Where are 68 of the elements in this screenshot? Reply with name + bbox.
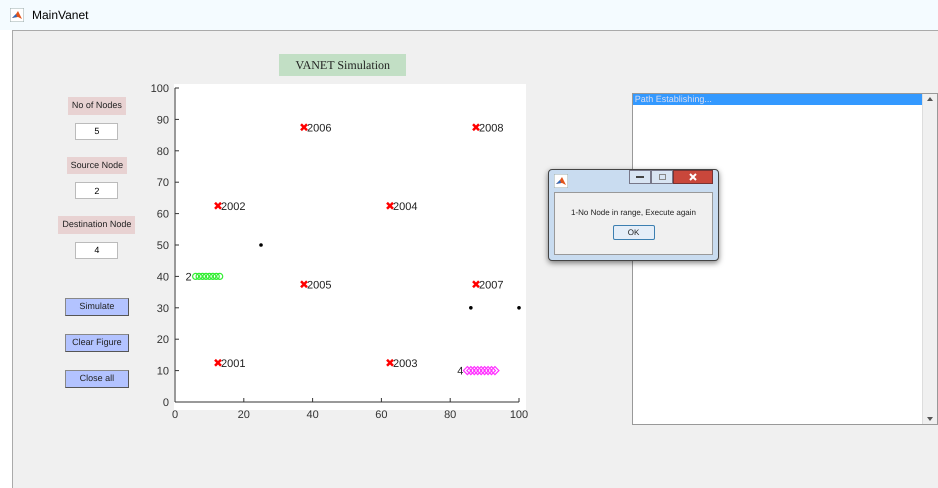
tick-label: 30	[156, 302, 169, 315]
point-label: 2001	[220, 358, 246, 370]
cross-marker	[386, 202, 394, 210]
scroll-down-icon[interactable]	[927, 417, 933, 421]
app-logo-icon	[10, 8, 24, 22]
close-button[interactable]	[673, 170, 713, 184]
dot-marker	[468, 306, 472, 310]
field-label: Source Node	[66, 156, 128, 174]
input-field[interactable]: 2	[75, 182, 118, 199]
action-button[interactable]: Clear Figure	[64, 334, 129, 352]
tick-label: 60	[375, 409, 388, 421]
diamond-marker	[486, 366, 496, 376]
cross-marker	[214, 358, 222, 367]
cross-marker	[214, 202, 222, 210]
point-label: 2008	[478, 122, 504, 134]
plot-title: VANET Simulation	[279, 54, 406, 76]
field-label: No of Nodes	[68, 97, 126, 114]
tick-label: 100	[150, 83, 169, 95]
tick-label: 40	[306, 409, 318, 421]
tick-label: 0	[172, 409, 178, 421]
tick-label: 70	[156, 177, 169, 190]
input-field[interactable]: 5	[75, 122, 118, 140]
tick-label: 0	[162, 397, 169, 409]
tick-label: 60	[156, 208, 169, 221]
point-label: 2005	[306, 279, 332, 292]
tick-label: 50	[156, 240, 169, 252]
diamond-marker	[462, 366, 472, 376]
tick-label: 80	[156, 146, 169, 158]
action-button[interactable]: Close all	[64, 370, 129, 388]
action-button[interactable]: Simulate	[64, 298, 129, 316]
diamond-marker	[469, 366, 479, 376]
diamond-marker	[482, 366, 493, 376]
cross-marker	[472, 280, 480, 288]
point-label: 2004	[392, 200, 418, 213]
diamond-marker	[480, 366, 490, 376]
diamond-marker	[466, 366, 476, 376]
tick-label: 20	[156, 334, 169, 346]
tick-label: 20	[237, 409, 250, 421]
ok-button[interactable]: OK	[612, 225, 654, 240]
close-icon[interactable]	[689, 173, 697, 181]
point-label: 2002	[220, 200, 246, 213]
dialog-logo-icon	[554, 174, 568, 188]
tick-label: 90	[156, 114, 169, 126]
tick-label: 100	[510, 409, 528, 421]
maximize-button[interactable]	[651, 170, 673, 184]
scroll-up-icon[interactable]	[927, 97, 933, 101]
dot-marker	[516, 306, 521, 310]
cross-marker	[386, 358, 394, 367]
scrollbar[interactable]	[922, 94, 937, 424]
tick-label: 40	[156, 271, 169, 284]
point-label: 2	[185, 271, 192, 284]
tick-label: 80	[444, 409, 456, 421]
minimize-button[interactable]	[629, 170, 651, 184]
window-title: MainVanet	[32, 7, 88, 24]
field-label: Destination Node	[58, 216, 136, 234]
dot-marker	[258, 243, 263, 247]
point-label: 2007	[478, 279, 504, 292]
point-label: 2006	[306, 122, 332, 134]
cross-marker	[300, 280, 308, 288]
diamond-marker	[490, 366, 500, 376]
diamond-marker	[472, 366, 482, 376]
diamond-marker	[476, 366, 486, 376]
input-field[interactable]: 4	[75, 242, 118, 258]
point-label: 2003	[392, 358, 418, 370]
cross-marker	[472, 123, 480, 132]
cross-marker	[300, 123, 308, 132]
tick-label: 10	[156, 366, 169, 378]
point-label: 4	[457, 366, 464, 378]
